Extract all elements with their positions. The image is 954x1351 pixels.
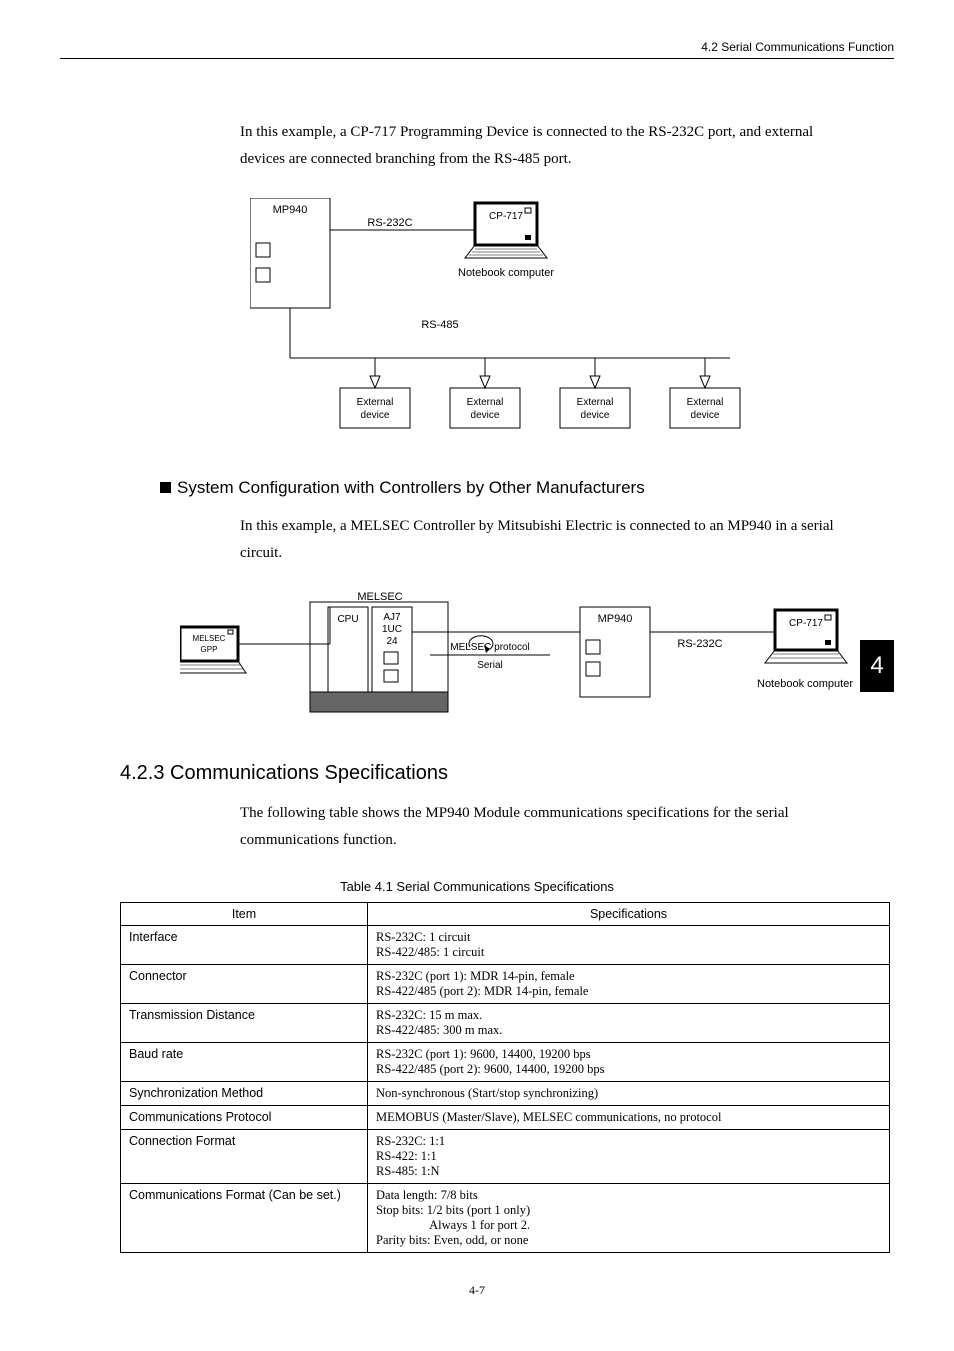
label-cp717: CP-717: [489, 211, 523, 222]
external-devices: External device External device External…: [340, 358, 740, 428]
svg-text:External: External: [467, 397, 504, 408]
cell-spec: RS-232C: 1 circuit RS-422/485: 1 circuit: [368, 926, 890, 965]
cell-item: Transmission Distance: [121, 1004, 368, 1043]
intro-paragraph-2: In this example, a MELSEC Controller by …: [240, 513, 854, 567]
svg-text:MELSEC: MELSEC: [357, 592, 402, 603]
diagram-melsec: MELSEC GPP MELSEC CPU AJ7 1UC 24 MELSEC …: [180, 592, 894, 732]
spec-table: Item Specifications InterfaceRS-232C: 1 …: [120, 902, 890, 1253]
svg-text:RS-232C: RS-232C: [677, 638, 722, 650]
svg-text:External: External: [357, 397, 394, 408]
svg-text:CPU: CPU: [337, 614, 358, 625]
section-heading-text: System Configuration with Controllers by…: [177, 478, 645, 497]
label-notebook: Notebook computer: [458, 267, 554, 279]
svg-text:device: device: [471, 410, 500, 421]
table-caption: Table 4.1 Serial Communications Specific…: [60, 879, 894, 894]
cell-spec: RS-232C (port 1): MDR 14-pin, female RS-…: [368, 965, 890, 1004]
cell-spec: MEMOBUS (Master/Slave), MELSEC communica…: [368, 1106, 890, 1130]
table-row: ConnectorRS-232C (port 1): MDR 14-pin, f…: [121, 965, 890, 1004]
cell-item: Synchronization Method: [121, 1082, 368, 1106]
intro-paragraph-1: In this example, a CP-717 Programming De…: [240, 119, 854, 173]
cell-spec: Non-synchronous (Start/stop synchronizin…: [368, 1082, 890, 1106]
cell-item: Communications Protocol: [121, 1106, 368, 1130]
col-item: Item: [121, 903, 368, 926]
svg-text:External: External: [577, 397, 614, 408]
cell-spec: RS-232C: 1:1 RS-422: 1:1 RS-485: 1:N: [368, 1130, 890, 1184]
table-row: Communications ProtocolMEMOBUS (Master/S…: [121, 1106, 890, 1130]
numbered-heading: 4.2.3 Communications Specifications: [120, 762, 894, 785]
running-header: 4.2 Serial Communications Function: [60, 40, 894, 59]
table-row: Synchronization MethodNon-synchronous (S…: [121, 1082, 890, 1106]
table-row: Connection FormatRS-232C: 1:1 RS-422: 1:…: [121, 1130, 890, 1184]
cell-item: Baud rate: [121, 1043, 368, 1082]
label-rs485: RS-485: [421, 319, 458, 331]
svg-text:Notebook computer: Notebook computer: [757, 678, 853, 690]
table-row: Baud rateRS-232C (port 1): 9600, 14400, …: [121, 1043, 890, 1082]
section-heading: System Configuration with Controllers by…: [160, 478, 894, 498]
col-spec: Specifications: [368, 903, 890, 926]
cell-item: Interface: [121, 926, 368, 965]
svg-text:AJ7: AJ7: [383, 612, 401, 623]
svg-text:device: device: [581, 410, 610, 421]
label-rs232c: RS-232C: [367, 217, 412, 229]
cell-spec: RS-232C: 15 m max. RS-422/485: 300 m max…: [368, 1004, 890, 1043]
cell-item: Connector: [121, 965, 368, 1004]
svg-text:CP-717: CP-717: [789, 618, 823, 629]
svg-text:1UC: 1UC: [382, 624, 402, 635]
svg-text:MELSEC: MELSEC: [193, 634, 226, 643]
bullet-square-icon: [160, 482, 171, 493]
cell-item: Connection Format: [121, 1130, 368, 1184]
table-row: InterfaceRS-232C: 1 circuit RS-422/485: …: [121, 926, 890, 965]
svg-text:24: 24: [386, 636, 398, 647]
svg-text:GPP: GPP: [201, 645, 218, 654]
chapter-tab: 4: [860, 640, 894, 692]
cell-spec: Data length: 7/8 bits Stop bits: 1/2 bit…: [368, 1184, 890, 1253]
cell-item: Communications Format (Can be set.): [121, 1184, 368, 1253]
intro-paragraph-3: The following table shows the MP940 Modu…: [240, 800, 854, 854]
page-number: 4-7: [60, 1283, 894, 1298]
svg-text:Serial: Serial: [477, 660, 503, 671]
svg-text:External: External: [687, 397, 724, 408]
svg-text:MP940: MP940: [598, 613, 633, 625]
laptop-icon: CP-717: [465, 203, 547, 258]
svg-text:device: device: [361, 410, 390, 421]
svg-text:device: device: [691, 410, 720, 421]
table-row: Communications Format (Can be set.)Data …: [121, 1184, 890, 1253]
table-row: Transmission DistanceRS-232C: 15 m max. …: [121, 1004, 890, 1043]
svg-text:MELSEC protocol: MELSEC protocol: [450, 642, 529, 653]
cell-spec: RS-232C (port 1): 9600, 14400, 19200 bps…: [368, 1043, 890, 1082]
diagram-rs485-branching: MP940 RS-232C CP-717 Notebook computer R…: [250, 198, 894, 458]
label-mp940: MP940: [273, 204, 308, 216]
